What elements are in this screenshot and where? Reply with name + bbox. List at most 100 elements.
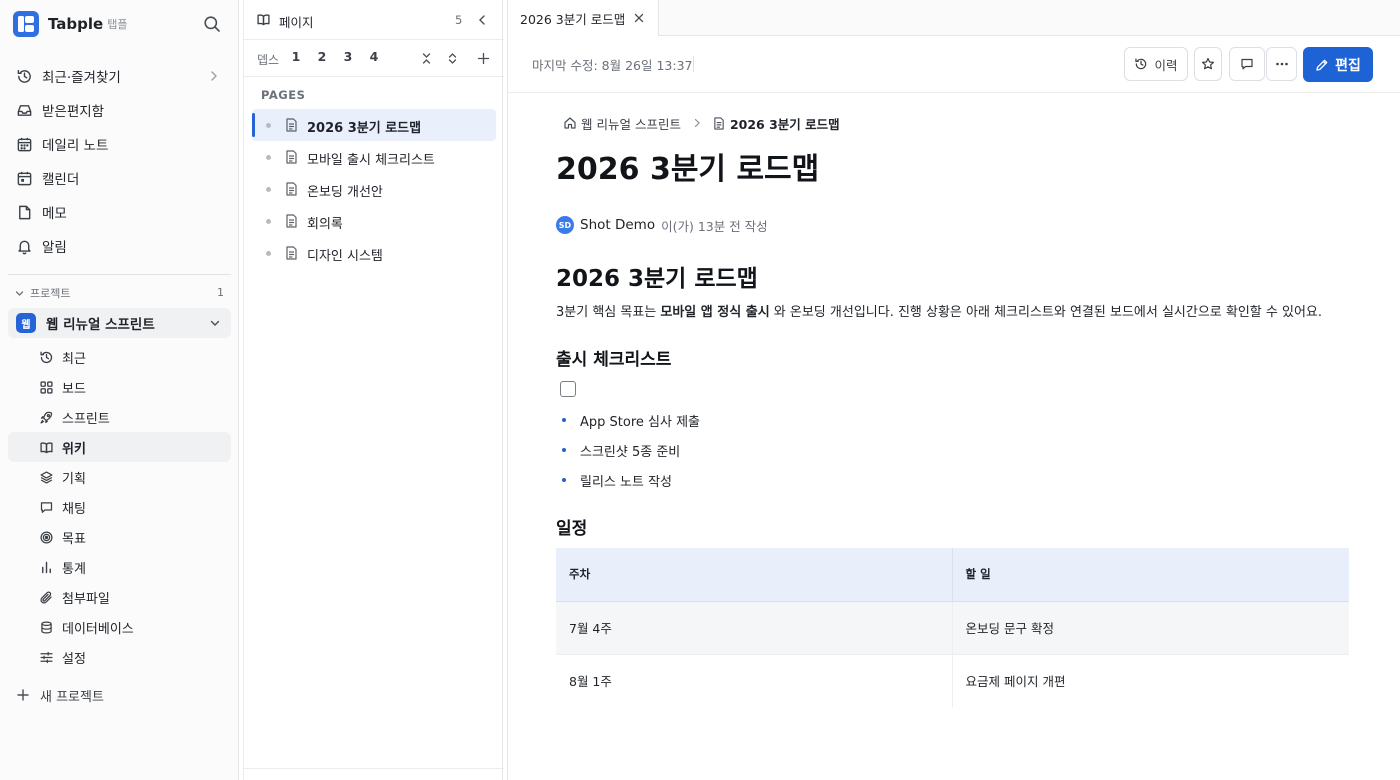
project-nav-database[interactable]: 데이터베이스 [8,612,231,642]
star-icon [1202,57,1214,70]
divider [693,56,694,72]
chevron-left-icon[interactable] [475,13,489,27]
project-nav-goals[interactable]: 목표 [8,522,231,552]
checklist-checkbox[interactable] [560,381,576,397]
expand-all-icon[interactable] [446,52,459,65]
table-header-cell: 주차 [556,548,953,602]
nav-label: 캘린더 [42,172,80,188]
nav-inbox[interactable]: 받은편지함 [8,93,231,127]
projects-header-label: 프로젝트 [30,287,71,300]
nav-label: 메모 [42,206,67,222]
project-web-renewal[interactable]: 웹 웹 리뉴얼 스프린트 [8,308,231,338]
sliders-icon [40,651,53,663]
table-header-cell: 할 일 [952,548,1349,602]
bar-chart-icon [42,561,51,573]
breadcrumb: 웹 리뉴얼 스프린트 2026 3분기 로드맵 [563,114,840,133]
paperclip-icon [40,591,52,604]
page-item-mobile-checklist[interactable]: 모바일 출시 체크리스트 [252,141,496,173]
table-cell: 온보딩 문구 확정 [952,601,1349,655]
project-nav-settings[interactable]: 설정 [8,642,231,672]
page-item-onboarding[interactable]: 온보딩 개선안 [252,173,496,205]
schedule-heading: 일정 [556,519,588,539]
main-nav: 최근·즐겨찾기 받은편지함 데일리 노트 캘린더 메모 알림 [8,59,231,263]
nav-label: 데일리 노트 [42,138,109,154]
add-page-icon[interactable] [477,52,490,65]
nav-calendar[interactable]: 캘린더 [8,161,231,195]
history-icon [1135,58,1147,70]
note-icon [19,205,31,219]
project-nav-label: 최근 [62,351,86,367]
project-nav-label: 데이터베이스 [62,621,134,637]
document-icon [286,150,297,164]
close-icon[interactable] [634,13,644,23]
project-nav-label: 설정 [62,651,86,667]
nav-memo[interactable]: 메모 [8,195,231,229]
collapse-all-icon[interactable] [420,52,433,65]
page-item-label: 온보딩 개선안 [307,185,383,200]
depth-label: 뎁스 [257,53,280,67]
project-nav-sprint[interactable]: 스프린트 [8,402,231,432]
favorite-button[interactable] [1194,47,1222,81]
nav-daily-note[interactable]: 데일리 노트 [8,127,231,161]
new-project-label: 새 프로젝트 [40,689,104,705]
search-icon[interactable] [203,15,221,33]
calendar-icon [17,171,32,185]
history-icon [40,351,53,363]
depth-2-button[interactable]: 2 [314,49,330,67]
project-nav-attachments[interactable]: 첨부파일 [8,582,231,612]
divider [244,768,504,769]
paragraph-bold-text: 모바일 앱 정식 출시 [660,305,770,320]
paragraph-text: 3분기 핵심 목표는 [556,305,661,320]
more-icon [1275,62,1288,66]
chevron-right-icon [211,71,217,81]
project-nav-board[interactable]: 보드 [8,372,231,402]
home-icon [564,117,576,129]
depth-1-button[interactable]: 1 [288,49,304,67]
project-nav-stats[interactable]: 통계 [8,552,231,582]
nav-recent-favorites[interactable]: 최근·즐겨찾기 [8,59,231,93]
main-content: 2026 3분기 로드맵 마지막 수정: 8월 26일 13:37 이력 편집 … [507,0,1400,780]
breadcrumb-parent[interactable]: 웹 리뉴얼 스프린트 [581,114,681,133]
board-icon [40,380,53,394]
edit-button[interactable]: 편집 [1303,47,1373,82]
paragraph-text: 와 온보딩 개선입니다. 진행 상황은 아래 체크리스트와 연결된 보드에서 실… [769,305,1323,320]
nav-notifications[interactable]: 알림 [8,229,231,263]
project-nav-planning[interactable]: 기획 [8,462,231,492]
page-item-meeting-notes[interactable]: 회의록 [252,205,496,237]
more-options-button[interactable] [1266,47,1297,81]
book-open-icon [257,14,270,26]
author-meta: 이(가) 13분 전 작성 [661,218,768,234]
layers-icon [40,470,53,484]
tab-bar: 2026 3분기 로드맵 [508,0,1400,36]
project-nav-label: 채팅 [62,501,86,517]
project-badge: 웹 [16,313,36,333]
history-icon [17,69,31,83]
nav-label: 받은편지함 [42,104,105,120]
tab-roadmap[interactable]: 2026 3분기 로드맵 [508,0,660,36]
table-cell: 요금제 페이지 개편 [952,654,1349,707]
page-item-roadmap[interactable]: 2026 3분기 로드맵 [252,109,496,141]
history-button[interactable]: 이력 [1124,47,1188,81]
depth-4-button[interactable]: 4 [366,49,382,67]
project-nav-wiki[interactable]: 위키 [8,432,231,462]
chevron-down-icon[interactable] [208,316,222,330]
author-name[interactable]: Shot Demo [580,217,655,233]
document-icon [286,214,297,228]
bullet-dot [266,155,271,160]
plus-icon [17,689,29,701]
projects-header[interactable]: 프로젝트 1 [14,285,226,301]
depth-3-button[interactable]: 3 [340,49,356,67]
chevron-right-icon [694,118,700,128]
sidebar: Tabple 탭플 최근·즐겨찾기 받은편지함 데일리 노트 캘린더 메모 알림… [0,0,239,780]
author-line: SD Shot Demo 이(가) 13분 전 작성 [556,215,768,235]
project-nav-chat[interactable]: 채팅 [8,492,231,522]
page-item-design-system[interactable]: 디자인 시스템 [252,237,496,269]
table-cell: 8월 1주 [556,654,953,707]
comment-button[interactable] [1229,47,1265,81]
list-item: 스크린샷 5종 준비 [560,435,700,465]
brand[interactable]: Tabple 탭플 [13,11,127,37]
project-nav-recent[interactable]: 최근 [8,342,231,372]
new-project-button[interactable]: 새 프로젝트 [16,685,104,705]
list-item-label: 스크린샷 5종 준비 [580,444,681,460]
last-edited-text: 마지막 수정: 8월 26일 13:37 [532,58,693,73]
